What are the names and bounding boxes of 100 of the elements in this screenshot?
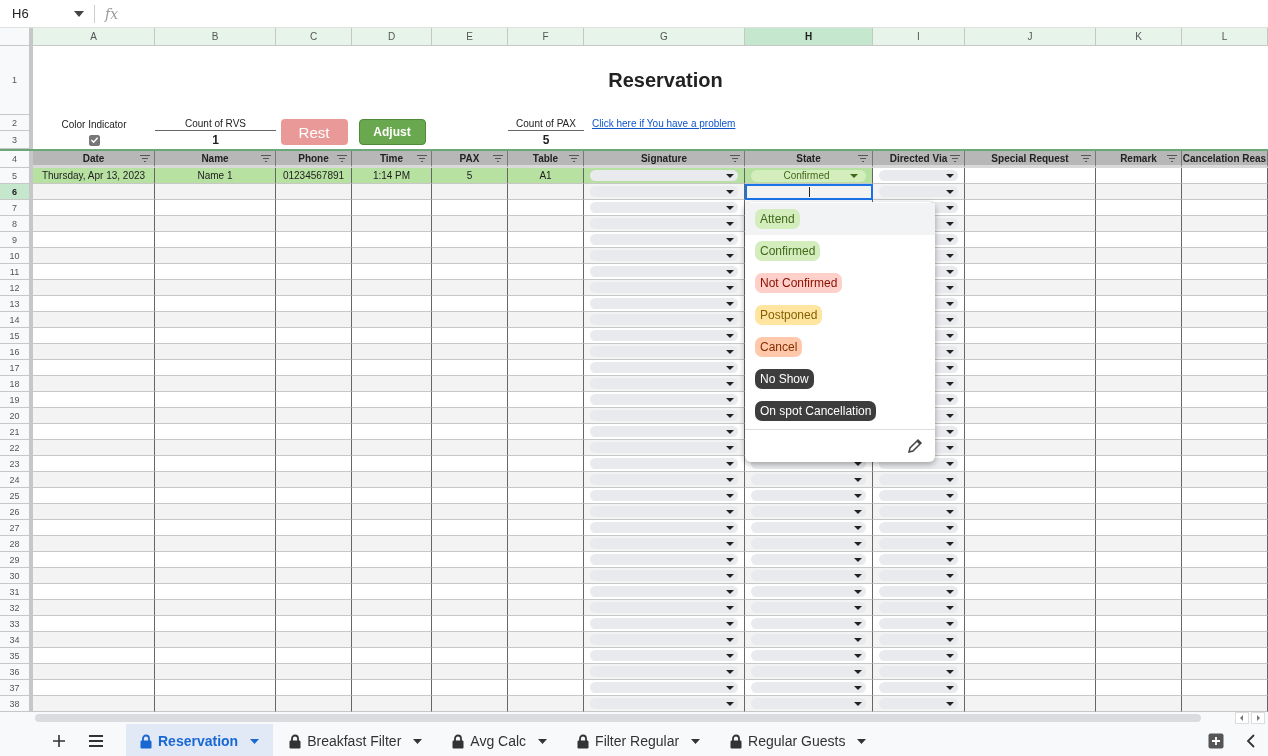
column-letter[interactable]: A [33, 28, 155, 46]
chevron-left-icon[interactable] [1246, 734, 1256, 748]
dropdown-chip[interactable] [879, 570, 958, 581]
scrollbar-thumb[interactable] [35, 714, 1201, 722]
problem-link[interactable]: Click here if You have a problem [592, 117, 736, 129]
row-number[interactable]: 17 [0, 360, 33, 376]
scroll-right-icon[interactable] [1251, 712, 1265, 724]
dropdown-chip[interactable] [879, 538, 958, 549]
menu-option[interactable]: Cancel [745, 331, 935, 363]
menu-option[interactable]: Not Confirmed [745, 267, 935, 299]
column-letter[interactable]: L [1182, 28, 1268, 46]
dropdown-chip[interactable] [879, 666, 958, 677]
column-letter[interactable]: I [873, 28, 965, 46]
filter-icon[interactable] [261, 155, 271, 162]
row-number[interactable]: 1 [0, 46, 33, 115]
row-number[interactable]: 14 [0, 312, 33, 328]
filter-icon[interactable] [1081, 155, 1091, 162]
filter-icon[interactable] [858, 155, 868, 162]
row-number[interactable]: 18 [0, 376, 33, 392]
row-number[interactable]: 22 [0, 440, 33, 456]
row-number[interactable]: 9 [0, 232, 33, 248]
dropdown-chip[interactable] [879, 682, 958, 693]
row-number[interactable]: 35 [0, 648, 33, 664]
row-number[interactable]: 7 [0, 200, 33, 216]
filter-icon[interactable] [569, 155, 579, 162]
row-number[interactable]: 36 [0, 664, 33, 680]
dropdown-chip[interactable] [879, 586, 958, 597]
row-number[interactable]: 25 [0, 488, 33, 504]
name-box[interactable]: H6 [0, 6, 74, 21]
sheet-tab[interactable]: Breakfast Filter [275, 724, 437, 756]
menu-icon[interactable] [88, 735, 104, 747]
column-letter[interactable]: J [965, 28, 1096, 46]
sheet-tab[interactable]: Reservation [126, 724, 274, 756]
dropdown-chip[interactable] [879, 602, 958, 613]
sheet-tab[interactable]: Avg Calc [438, 724, 562, 756]
row-number[interactable]: 24 [0, 472, 33, 488]
row-number[interactable]: 10 [0, 248, 33, 264]
add-note-icon[interactable] [1208, 733, 1224, 749]
dropdown-chip[interactable] [879, 186, 958, 197]
menu-option[interactable]: Attend [745, 203, 935, 235]
filter-icon[interactable] [417, 155, 427, 162]
dropdown-chip[interactable] [879, 554, 958, 565]
row-number[interactable]: 13 [0, 296, 33, 312]
menu-option[interactable]: On spot Cancellation [745, 395, 935, 427]
dropdown-chip[interactable] [879, 618, 958, 629]
dropdown-chip[interactable] [879, 474, 958, 485]
dropdown-chip[interactable] [879, 170, 958, 181]
column-letter[interactable]: K [1096, 28, 1182, 46]
row-number[interactable]: 16 [0, 344, 33, 360]
menu-option[interactable]: Postponed [745, 299, 935, 331]
row-number[interactable]: 27 [0, 520, 33, 536]
row-number[interactable]: 34 [0, 632, 33, 648]
dropdown-chip[interactable] [879, 698, 958, 709]
column-letter[interactable]: F [508, 28, 584, 46]
sheet-tab[interactable]: Filter Regular [563, 724, 715, 756]
row-number[interactable]: 12 [0, 280, 33, 296]
row-number[interactable]: 33 [0, 616, 33, 632]
row-number[interactable]: 21 [0, 424, 33, 440]
row-number[interactable]: 3 [0, 131, 33, 149]
row-number[interactable]: 5 [0, 168, 33, 184]
active-cell[interactable] [745, 184, 873, 200]
dropdown-chip[interactable] [879, 522, 958, 533]
row-number[interactable]: 20 [0, 408, 33, 424]
checkbox[interactable] [88, 134, 100, 146]
state-chip[interactable]: Confirmed [751, 169, 866, 182]
row-number[interactable]: 8 [0, 216, 33, 232]
row-number[interactable]: 19 [0, 392, 33, 408]
row-number[interactable]: 2 [0, 115, 33, 131]
row-number[interactable]: 37 [0, 680, 33, 696]
dropdown-chip[interactable] [879, 650, 958, 661]
sheet-tab[interactable]: Regular Guests [716, 724, 881, 756]
add-icon[interactable] [52, 734, 66, 748]
row-number[interactable]: 4 [0, 151, 33, 168]
menu-option[interactable]: No Show [745, 363, 935, 395]
scroll-left-icon[interactable] [1235, 712, 1249, 724]
row-number[interactable]: 31 [0, 584, 33, 600]
row-number[interactable]: 38 [0, 696, 33, 712]
filter-icon[interactable] [337, 155, 347, 162]
column-letter[interactable]: H [745, 28, 873, 46]
filter-icon[interactable] [1167, 155, 1177, 162]
row-number[interactable]: 11 [0, 264, 33, 280]
column-letter[interactable]: G [584, 28, 745, 46]
row-number[interactable]: 28 [0, 536, 33, 552]
column-letter[interactable]: D [352, 28, 432, 46]
column-letter[interactable]: B [155, 28, 276, 46]
row-number[interactable]: 6 [0, 184, 33, 200]
pencil-icon[interactable] [907, 438, 923, 454]
dropdown-chip[interactable] [879, 490, 958, 501]
row-number[interactable]: 30 [0, 568, 33, 584]
column-letter[interactable]: C [276, 28, 352, 46]
filter-icon[interactable] [140, 155, 150, 162]
select-all-corner[interactable] [0, 28, 33, 46]
filter-icon[interactable] [730, 155, 740, 162]
filter-icon[interactable] [493, 155, 503, 162]
column-letter[interactable]: E [432, 28, 508, 46]
row-number[interactable]: 32 [0, 600, 33, 616]
filter-icon[interactable] [950, 155, 960, 162]
row-number[interactable]: 15 [0, 328, 33, 344]
row-number[interactable]: 29 [0, 552, 33, 568]
dropdown-chip[interactable] [879, 634, 958, 645]
